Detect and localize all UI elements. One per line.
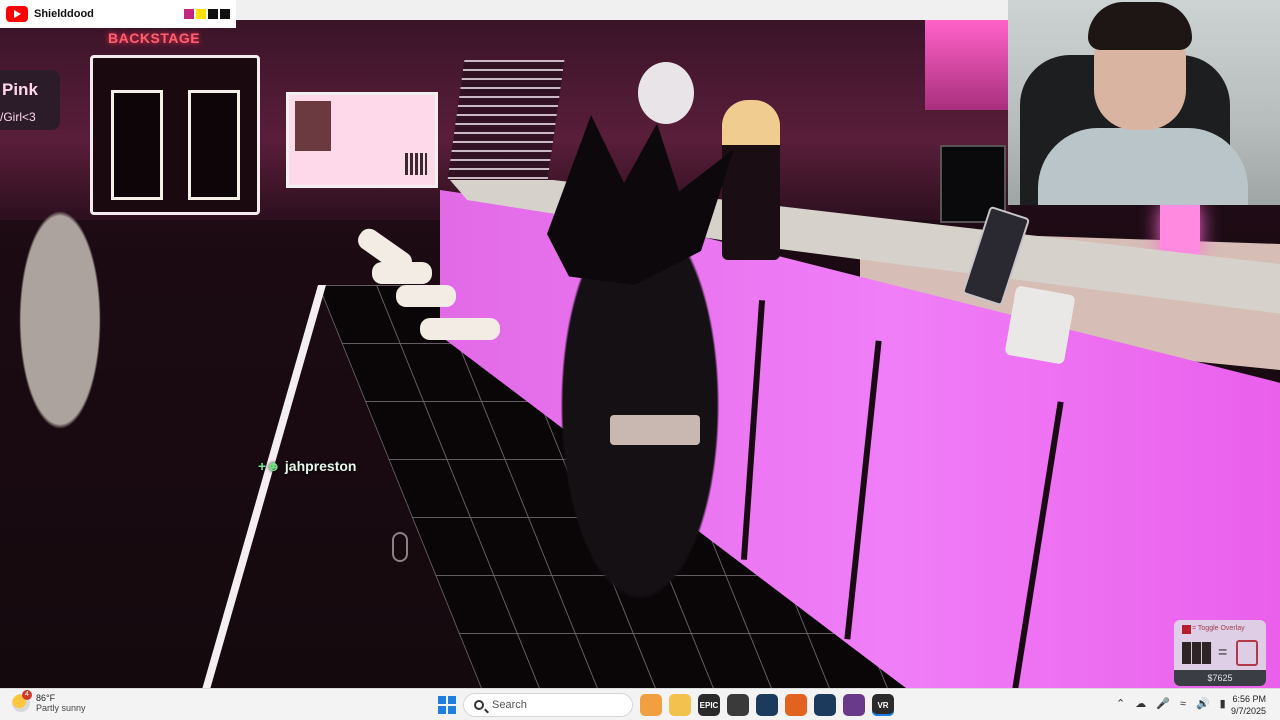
stream-header: Shielddood	[0, 0, 236, 28]
search-icon	[474, 700, 484, 710]
taskbar-app-steamvr-icon[interactable]: VR	[872, 694, 894, 716]
avatar-main-waist	[610, 415, 700, 445]
tablet-icon	[1236, 640, 1258, 666]
top-strip	[236, 0, 1008, 20]
taskbar-center: Search EPIC VR	[438, 693, 894, 717]
poster-image	[295, 101, 331, 151]
avatar-grey-hoodie	[0, 160, 150, 480]
color-swatch	[220, 9, 230, 19]
taskbar-app-firefox-icon[interactable]	[785, 694, 807, 716]
search-placeholder: Search	[492, 699, 527, 711]
windows-taskbar: 4 86°F Partly sunny Search EPIC VR ⌃ ☁ 🎤 …	[0, 688, 1280, 720]
bar-stool	[420, 318, 500, 340]
weather-condition: Partly sunny	[36, 703, 86, 713]
webcam-feed	[1008, 0, 1280, 205]
microphone-tray-icon[interactable]: 🎤	[1156, 697, 1170, 710]
taskbar-app-steam-icon[interactable]	[756, 694, 778, 716]
toggle-key-icon	[1182, 625, 1191, 634]
streamer-hair	[1088, 2, 1192, 50]
taskbar-app-vrchat-app-icon[interactable]	[843, 694, 865, 716]
color-swatch	[196, 9, 206, 19]
qr-code-icon	[405, 153, 427, 175]
youtube-icon	[6, 6, 28, 22]
bar-stool	[372, 262, 432, 284]
taskbar-app-file-explorer-icon[interactable]	[669, 694, 691, 716]
equals-sign: =	[1218, 644, 1228, 661]
taskbar-app-epic-games-icon[interactable]: EPIC	[698, 694, 720, 716]
cloud-icon[interactable]: ☁	[1135, 697, 1146, 710]
start-button[interactable]	[438, 696, 456, 714]
taskbar-app-obs-icon[interactable]	[727, 694, 749, 716]
side-sign-line2: /Girl<3	[0, 110, 36, 124]
floor-light-edge	[197, 285, 326, 688]
streamer-shirt	[1038, 128, 1248, 205]
volume-icon[interactable]: 🔊	[1196, 697, 1210, 710]
weather-widget[interactable]: 4 86°F Partly sunny	[12, 690, 86, 713]
taskbar-search[interactable]: Search	[463, 693, 633, 717]
neon-light-panel	[925, 20, 1010, 110]
bar-stool	[396, 285, 456, 307]
keyboard-grid-icon	[1182, 642, 1212, 664]
side-sign-line1: Pink	[2, 80, 38, 99]
microphone-icon	[392, 532, 408, 562]
player-name: jahpreston	[284, 458, 357, 474]
info-poster	[286, 92, 438, 188]
battery-icon[interactable]: ▮	[1220, 697, 1226, 710]
door-right	[188, 90, 240, 200]
pink-lightbox	[1160, 205, 1200, 255]
overlay-hint: = Toggle Overlay	[1192, 625, 1245, 632]
pinned-apps: EPIC VR	[640, 694, 894, 716]
side-sign: Pink /Girl<3	[0, 70, 60, 130]
taskbar-app-steam-2-icon[interactable]	[814, 694, 836, 716]
player-nametag[interactable]: +☻ jahpreston	[258, 458, 357, 474]
system-tray: ⌃ ☁ 🎤 ≈ 🔊 ▮	[1116, 697, 1226, 711]
color-swatch	[184, 9, 194, 19]
backstage-sign: BACKSTAGE	[108, 30, 201, 46]
clock-time: 6:56 PM	[1232, 694, 1266, 704]
clock-date: 9/7/2025	[1230, 706, 1266, 716]
avatar-white-hair	[638, 62, 694, 124]
taskbar-clock[interactable]: 6:56 PM 9/7/2025	[1231, 693, 1266, 717]
weather-temp: 86°F	[36, 693, 56, 703]
chevron-up-icon[interactable]: ⌃	[1116, 697, 1125, 710]
color-swatches	[184, 9, 230, 19]
add-friend-icon: +☻	[258, 458, 281, 474]
color-swatch	[208, 9, 218, 19]
overlay-widget[interactable]: = Toggle Overlay = $7625	[1174, 620, 1266, 686]
taskbar-app-photos-icon[interactable]	[640, 694, 662, 716]
money-balance: $7625	[1174, 670, 1266, 686]
weather-badge: 4	[22, 690, 32, 700]
wifi-icon[interactable]: ≈	[1180, 698, 1186, 710]
channel-name: Shielddood	[34, 8, 94, 20]
pos-terminal	[1004, 285, 1076, 365]
partly-sunny-icon: 4	[12, 690, 32, 712]
